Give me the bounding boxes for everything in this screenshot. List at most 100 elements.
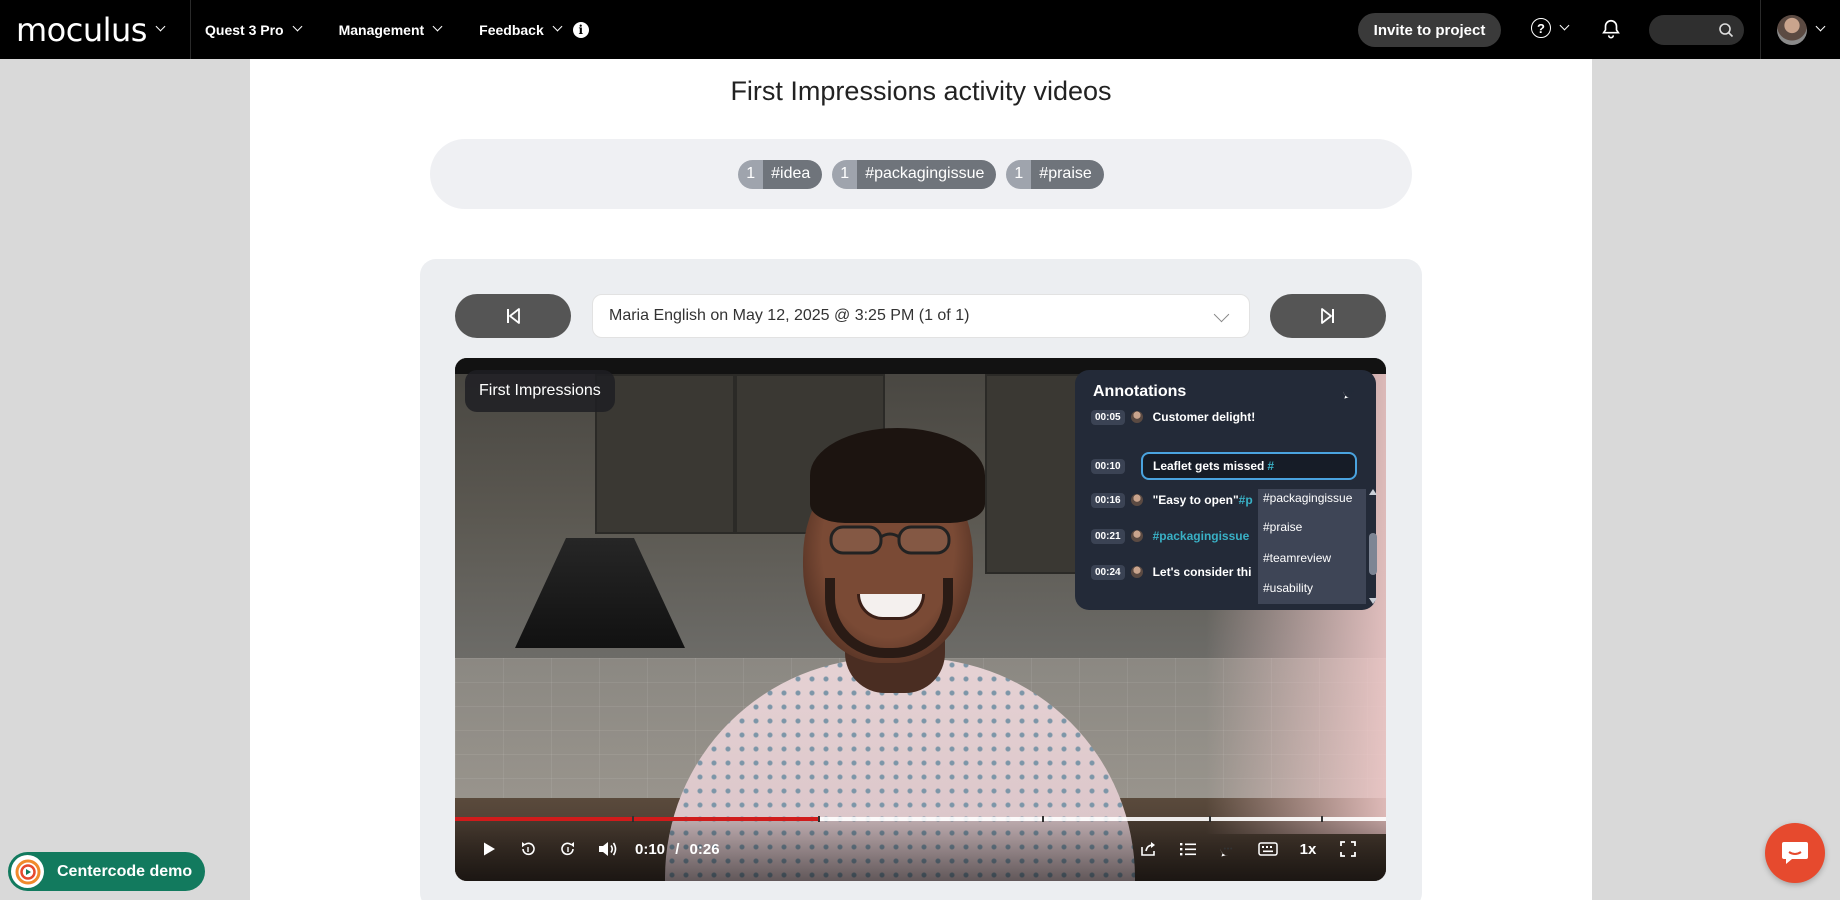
chevron-down-icon xyxy=(432,21,443,32)
rewind-icon xyxy=(522,842,535,856)
person-hair xyxy=(810,428,985,523)
nav-item-label: Management xyxy=(338,21,425,38)
annotation-timestamp: 00:24 xyxy=(1091,564,1125,580)
search-icon xyxy=(1719,23,1734,38)
tag-count: 1 xyxy=(738,159,764,189)
main-nav: Quest 3 Pro Management Feedback i xyxy=(191,0,613,59)
user-menu[interactable] xyxy=(1760,0,1840,59)
video-frame[interactable]: First Impressions Annotations 00:05 Cust… xyxy=(455,358,1386,881)
skip-forward-icon xyxy=(1321,308,1334,324)
annotations-panel: Annotations 00:05 Customer delight! 00:1… xyxy=(1075,370,1378,610)
tag-chip-packagingissue[interactable]: 1 #packagingissue xyxy=(832,159,997,189)
info-icon[interactable]: i xyxy=(572,21,589,38)
share-icon xyxy=(1141,842,1155,856)
demo-badge[interactable]: Centercode demo xyxy=(8,852,205,891)
skip-back-icon xyxy=(507,308,520,324)
tag-count: 1 xyxy=(832,159,858,189)
tag-label: #praise xyxy=(1031,159,1104,189)
chapters-button[interactable] xyxy=(1176,837,1200,861)
chevron-down-icon xyxy=(552,21,563,32)
annotations-toggle-button[interactable] xyxy=(1216,837,1240,861)
annotation-edit-text: Leaflet gets missed xyxy=(1153,459,1265,473)
nav-item-feedback[interactable]: Feedback i xyxy=(479,21,589,38)
annotation-timestamp: 00:21 xyxy=(1091,528,1125,544)
avatar xyxy=(1777,14,1807,45)
help-menu[interactable]: ? xyxy=(1531,18,1570,38)
search-input[interactable] xyxy=(1649,15,1744,45)
suggestions-scrollbar[interactable] xyxy=(1368,487,1378,606)
hashtag-suggestion[interactable]: #usability xyxy=(1263,579,1313,597)
hashtag-suggestion[interactable]: #teamreview xyxy=(1263,549,1331,567)
list-icon xyxy=(1180,843,1196,856)
video-title-label: First Impressions xyxy=(465,370,615,412)
brand-logo: moculus xyxy=(16,10,147,49)
scroll-up-icon[interactable] xyxy=(1368,487,1378,497)
session-select-value: Maria English on May 12, 2025 @ 3:25 PM … xyxy=(609,307,970,324)
annotation-hashtag: #packagingissue xyxy=(1152,529,1250,543)
centercode-logo-icon xyxy=(11,855,44,888)
session-select[interactable]: Maria English on May 12, 2025 @ 3:25 PM … xyxy=(592,294,1250,338)
current-time: 0:10 xyxy=(635,841,666,858)
avatar xyxy=(1130,494,1143,506)
forward-icon xyxy=(561,842,574,856)
annotation-edit-hashtag: # xyxy=(1267,459,1275,473)
tag-chip-praise[interactable]: 1 #praise xyxy=(1006,159,1104,189)
chevron-down-icon xyxy=(292,21,303,32)
next-video-button[interactable] xyxy=(1270,294,1386,338)
nav-item-management[interactable]: Management xyxy=(338,21,443,38)
avatar xyxy=(1130,530,1143,542)
rewind-button[interactable] xyxy=(516,837,540,861)
chat-button[interactable] xyxy=(1765,823,1825,883)
time-display: 0:10 / 0:26 xyxy=(635,841,720,858)
brand-menu[interactable]: moculus xyxy=(0,0,191,59)
demo-badge-label: Centercode demo xyxy=(57,862,193,880)
help-icon: ? xyxy=(1531,18,1551,38)
share-button[interactable] xyxy=(1136,837,1160,861)
captions-button[interactable] xyxy=(1256,837,1280,861)
video-player-panel: Maria English on May 12, 2025 @ 3:25 PM … xyxy=(420,259,1422,900)
nav-item-project[interactable]: Quest 3 Pro xyxy=(205,21,303,38)
annotation-timestamp: 00:16 xyxy=(1091,492,1125,508)
hashtag-suggestion[interactable]: #praise xyxy=(1263,518,1302,536)
volume-icon xyxy=(599,842,617,856)
hashtag-suggestions: #packagingissue #praise #teamreview #usa… xyxy=(1258,489,1366,604)
annotation-text: Let's consider thi xyxy=(1152,565,1252,579)
annotation-text: Customer delight! xyxy=(1152,410,1256,424)
tag-label: #packagingissue xyxy=(857,159,997,189)
playback-rate-button[interactable]: 1x xyxy=(1296,837,1320,861)
play-button[interactable] xyxy=(477,837,501,861)
scroll-down-icon[interactable] xyxy=(1368,596,1378,606)
annotation-item-editing: 00:10 xyxy=(1091,455,1131,477)
previous-video-button[interactable] xyxy=(455,294,571,338)
tag-count: 1 xyxy=(1006,159,1032,189)
chevron-down-icon xyxy=(1815,21,1826,32)
scroll-thumb[interactable] xyxy=(1369,533,1377,575)
annotation-item[interactable]: 00:21 #packagingissue xyxy=(1091,525,1249,547)
annotation-timestamp: 00:05 xyxy=(1091,409,1125,425)
forward-button[interactable] xyxy=(556,837,580,861)
fullscreen-button[interactable] xyxy=(1336,837,1360,861)
invite-button[interactable]: Invite to project xyxy=(1358,13,1501,47)
keyboard-icon xyxy=(1258,842,1278,856)
volume-button[interactable] xyxy=(596,837,620,861)
annotation-edit-input[interactable]: Leaflet gets missed # xyxy=(1141,452,1357,480)
nav-item-label: Feedback xyxy=(479,21,544,38)
tag-chip-idea[interactable]: 1 #idea xyxy=(738,159,823,189)
add-comment-icon[interactable] xyxy=(1342,383,1359,400)
avatar xyxy=(1130,411,1143,423)
kitchen-cabinet xyxy=(595,374,735,534)
annotation-item[interactable]: 00:24 Let's consider thi xyxy=(1091,561,1251,583)
top-bar: moculus Quest 3 Pro Management Feedback … xyxy=(0,0,1840,59)
comment-icon xyxy=(1220,841,1233,857)
tag-label: #idea xyxy=(763,159,823,189)
annotations-title: Annotations xyxy=(1093,383,1187,400)
annotation-item[interactable]: 00:16 "Easy to open" #p xyxy=(1091,489,1253,511)
fullscreen-icon xyxy=(1340,841,1356,857)
page-content: First Impressions activity videos 1 #ide… xyxy=(250,59,1592,900)
duration: 0:26 xyxy=(689,841,720,858)
hashtag-suggestion[interactable]: #packagingissue xyxy=(1263,489,1352,507)
annotation-item[interactable]: 00:05 Customer delight! xyxy=(1091,406,1255,428)
glasses xyxy=(829,525,951,555)
chevron-down-icon xyxy=(1559,20,1570,30)
bell-icon[interactable] xyxy=(1600,18,1622,40)
